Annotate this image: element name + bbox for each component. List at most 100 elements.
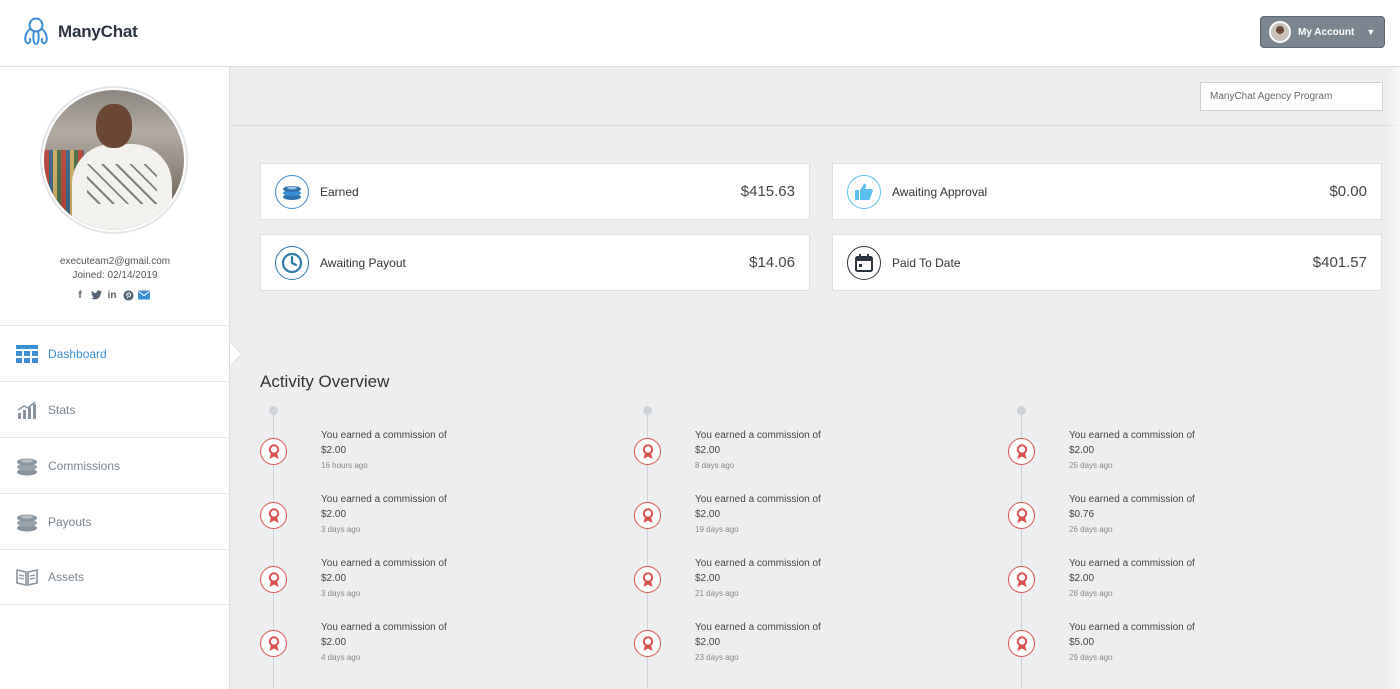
- activity-item: You earned a commission of $2.00 25 days a…: [1008, 406, 1368, 470]
- activity-amount: $5.00: [1069, 637, 1095, 648]
- facebook-icon[interactable]: f: [74, 289, 86, 301]
- activity-text: You earned a commission of: [321, 622, 447, 633]
- my-account-button[interactable]: My Account ▼: [1260, 16, 1385, 48]
- brand-name: ManyChat: [58, 22, 138, 41]
- activity-time: 26 days ago: [1069, 525, 1113, 534]
- brand-logo[interactable]: ManyChat: [20, 16, 138, 48]
- earned-label: Earned: [320, 184, 359, 199]
- award-ribbon-icon: [260, 502, 287, 529]
- activity-time: 4 days ago: [321, 653, 361, 662]
- dashboard-icon: [16, 343, 38, 365]
- twitter-icon[interactable]: [90, 289, 102, 301]
- activity-amount: $2.00: [695, 509, 721, 520]
- activity-time: 25 days ago: [1069, 461, 1113, 470]
- account-avatar: [1269, 21, 1291, 43]
- sidebar-item-commissions[interactable]: Commissions: [0, 437, 230, 493]
- activity-time: 21 days ago: [695, 589, 739, 598]
- sidebar-item-stats[interactable]: Stats: [0, 381, 230, 437]
- activity-time: 16 hours ago: [321, 461, 368, 470]
- activity-time: 3 days ago: [321, 525, 361, 534]
- social-links: f in: [74, 289, 150, 301]
- activity-text: You earned a commission of: [695, 430, 821, 441]
- activity-text: You earned a commission of: [321, 558, 447, 569]
- award-ribbon-icon: [260, 630, 287, 657]
- earned-value: $415.63: [740, 183, 795, 200]
- user-email: executeam2@gmail.com: [59, 256, 171, 267]
- activity-time: 3 days ago: [321, 589, 361, 598]
- activity-item: You earned a commission of $0.76 26 days a…: [1008, 470, 1368, 534]
- activity-timeline-column-2: You earned a commission of $2.00 8 days ag…: [634, 406, 994, 689]
- activity-item: You earned a commission of $2.00 3 days ag…: [260, 470, 620, 534]
- activity-item: You earned a commission of $2.00 8 days ag…: [634, 406, 994, 470]
- linkedin-icon[interactable]: in: [106, 289, 118, 301]
- account-label: My Account: [1298, 26, 1355, 38]
- activity-item: You earned a commission of $2.00 21 days a…: [634, 534, 994, 598]
- awaiting-approval-label: Awaiting Approval: [892, 184, 988, 199]
- activity-amount: $0.76: [1069, 509, 1095, 520]
- sidebar-item-payouts[interactable]: Payouts: [0, 493, 230, 549]
- scroll-shadow: [1388, 67, 1400, 689]
- sidebar-nav: Dashboard Stats Commissions Payouts Asse…: [0, 325, 242, 605]
- activity-amount: $2.00: [321, 573, 347, 584]
- mail-icon[interactable]: [138, 289, 150, 301]
- activity-time: 8 days ago: [695, 461, 735, 470]
- book-icon: [16, 566, 38, 588]
- activity-amount: $2.00: [321, 509, 347, 520]
- stats-icon: [16, 399, 38, 421]
- activity-amount: $2.00: [321, 637, 347, 648]
- activity-text: You earned a commission of: [321, 494, 447, 505]
- coins-icon: [16, 511, 38, 533]
- activity-text: You earned a commission of: [1069, 622, 1195, 633]
- sidebar-item-label: Stats: [48, 402, 76, 417]
- activity-timeline-column-3: You earned a commission of $2.00 25 days a…: [1008, 406, 1368, 689]
- activity-item: You earned a commission of $2.00 19 days a…: [634, 470, 994, 534]
- activity-item: You earned a commission of $5.00 29 days a…: [1008, 598, 1368, 662]
- sidebar-item-dashboard[interactable]: Dashboard: [0, 325, 242, 381]
- sidebar-item-label: Dashboard: [48, 346, 107, 361]
- awaiting-approval-card: Awaiting Approval $0.00: [832, 163, 1382, 220]
- sidebar-item-assets[interactable]: Assets: [0, 549, 230, 605]
- thumbs-up-icon: [847, 174, 881, 209]
- activity-time: 19 days ago: [695, 525, 739, 534]
- activity-timeline-column-1: You earned a commission of $2.00 16 hours …: [260, 406, 620, 689]
- sidebar-item-label: Commissions: [48, 458, 121, 473]
- chevron-down-icon: ▼: [1366, 27, 1376, 37]
- activity-time: 29 days ago: [1069, 653, 1113, 662]
- activity-item: You earned a commission of $2.00 28 days a…: [1008, 534, 1368, 598]
- activity-amount: $2.00: [695, 573, 721, 584]
- award-ribbon-icon: [260, 438, 287, 465]
- calendar-icon: [847, 245, 881, 280]
- activity-item: You earned a commission of $2.00 16 hours …: [260, 406, 620, 470]
- pinterest-icon[interactable]: [122, 289, 134, 301]
- program-select[interactable]: ManyChat Agency Program: [1200, 82, 1383, 111]
- paid-to-date-card: Paid To Date $401.57: [832, 234, 1382, 291]
- award-ribbon-icon: [1008, 566, 1035, 593]
- activity-overview-title: Activity Overview: [260, 372, 390, 391]
- activity-amount: $2.00: [695, 445, 721, 456]
- sidebar-item-label: Payouts: [48, 514, 92, 529]
- sidebar-item-label: Assets: [48, 570, 85, 584]
- award-ribbon-icon: [260, 566, 287, 593]
- award-ribbon-icon: [634, 502, 661, 529]
- activity-amount: $2.00: [695, 637, 721, 648]
- award-ribbon-icon: [634, 566, 661, 593]
- awaiting-payout-label: Awaiting Payout: [320, 255, 406, 270]
- activity-item: You earned a commission of $2.00 3 days ag…: [260, 534, 620, 598]
- paid-to-date-value: $401.57: [1312, 254, 1367, 271]
- activity-amount: $2.00: [1069, 573, 1095, 584]
- awaiting-payout-card: Awaiting Payout $14.06: [260, 234, 810, 291]
- activity-text: You earned a commission of: [695, 494, 821, 505]
- award-ribbon-icon: [634, 438, 661, 465]
- activity-text: You earned a commission of: [1069, 430, 1195, 441]
- activity-time: 23 days ago: [695, 653, 739, 662]
- earned-card: Earned $415.63: [260, 163, 810, 220]
- coins-icon: [275, 174, 309, 209]
- activity-amount: $2.00: [321, 445, 347, 456]
- activity-text: You earned a commission of: [695, 558, 821, 569]
- paid-to-date-label: Paid To Date: [892, 255, 961, 270]
- main-topbar: ManyChat Agency Program: [231, 67, 1400, 126]
- coins-icon: [16, 455, 38, 477]
- award-ribbon-icon: [1008, 438, 1035, 465]
- activity-text: You earned a commission of: [695, 622, 821, 633]
- clock-icon: [275, 245, 309, 280]
